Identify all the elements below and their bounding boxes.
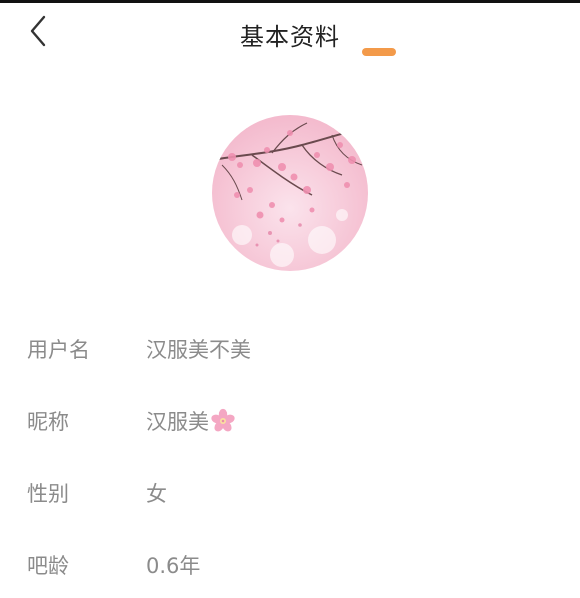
bar-age-value: 0.6年 [146,554,201,578]
nickname-value: 汉服美 [146,410,209,434]
profile-row-bar-age: 吧龄 0.6年 [0,526,580,598]
nickname-label: 昵称 [27,410,69,434]
nickname-value-group: 汉服美 [146,406,236,436]
avatar[interactable] [212,115,368,271]
bar-age-label: 吧龄 [27,554,69,578]
gender-value: 女 [146,482,167,506]
page-title: 基本资料 [240,23,340,51]
profile-row-gender: 性别 女 [0,454,580,526]
profile-row-username: 用户名 汉服美不美 [0,310,580,382]
gender-label: 性别 [27,482,69,506]
username-value: 汉服美不美 [146,338,251,362]
cherry-blossom-icon [210,408,236,434]
header-bar: 基本资料 [0,3,580,63]
profile-row-nickname: 昵称 汉服美 [0,382,580,454]
title-indicator [362,48,396,56]
profile-info-list: 用户名 汉服美不美 昵称 汉服美 性别 女 吧龄 0.6年 [0,310,580,598]
username-label: 用户名 [27,338,90,362]
